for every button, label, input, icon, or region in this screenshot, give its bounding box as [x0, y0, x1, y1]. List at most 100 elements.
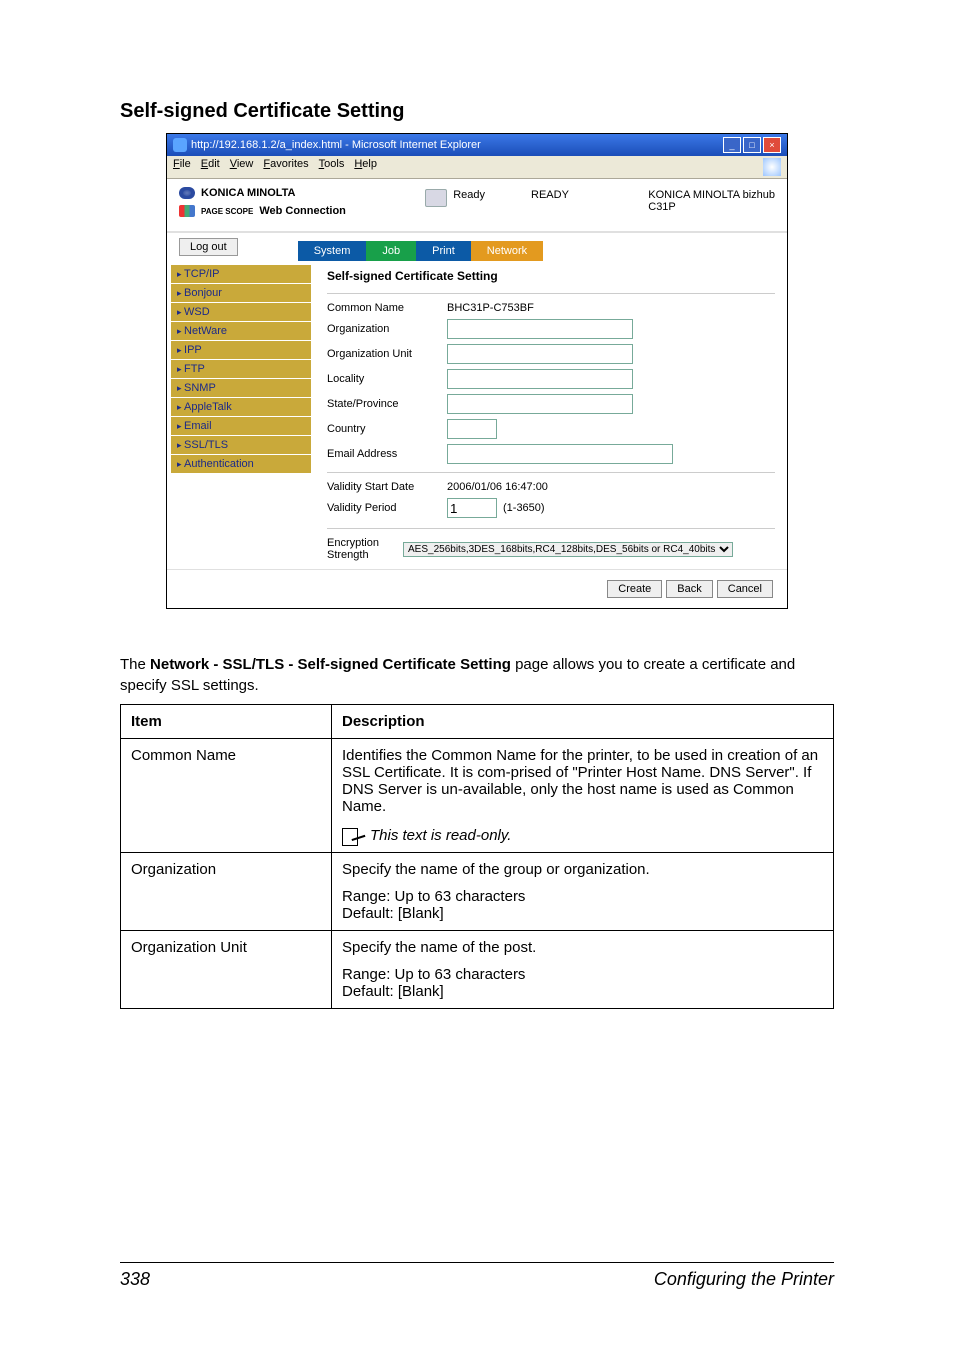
encryption-select[interactable]: AES_256bits,3DES_168bits,RC4_128bits,DES… [403, 542, 733, 557]
label-state: State/Province [327, 398, 447, 410]
ie-throbber-icon [763, 158, 781, 176]
default-text: Default: [Blank] [342, 905, 823, 922]
tab-print[interactable]: Print [416, 241, 471, 261]
minimize-icon[interactable]: _ [723, 137, 741, 153]
create-button[interactable]: Create [607, 580, 662, 598]
status-ready-big: READY [531, 189, 569, 201]
table-row: Organization Specify the name of the gro… [121, 853, 834, 931]
action-buttons: Create Back Cancel [167, 569, 787, 608]
label-vperiod: Validity Period [327, 502, 447, 514]
tab-system[interactable]: System [298, 241, 367, 261]
printer-icon [425, 189, 447, 207]
settings-pane: Self-signed Certificate Setting Common N… [315, 261, 787, 569]
cell-item: Organization [121, 853, 332, 931]
menu-help[interactable]: Help [354, 158, 377, 176]
org-unit-input[interactable] [447, 344, 633, 364]
label-encryption: Encryption Strength [327, 537, 397, 561]
sidebar-item-tcpip[interactable]: TCP/IP [171, 265, 311, 283]
back-button[interactable]: Back [666, 580, 712, 598]
status-area: Ready READY [425, 187, 569, 217]
desc-text: Specify the name of the group or organiz… [342, 861, 823, 878]
window-buttons: _ □ × [723, 137, 781, 153]
logout-button[interactable]: Log out [179, 238, 238, 256]
email-input[interactable] [447, 444, 673, 464]
pagescope-logo-icon [179, 205, 195, 217]
label-common-name: Common Name [327, 302, 447, 314]
page-header: KONICA MINOLTA PAGE SCOPE Web Connection… [167, 179, 787, 233]
country-input[interactable] [447, 419, 497, 439]
maximize-icon[interactable]: □ [743, 137, 761, 153]
table-row: Common Name Identifies the Common Name f… [121, 739, 834, 853]
browser-menu-bar: File Edit View Favorites Tools Help [167, 156, 787, 179]
pagescope-prefix: PAGE SCOPE [201, 207, 253, 216]
sidebar-item-appletalk[interactable]: AppleTalk [171, 398, 311, 416]
model-area: KONICA MINOLTA bizhub C31P [648, 187, 775, 217]
value-vstart: 2006/01/06 16:47:00 [447, 481, 548, 493]
menu-view[interactable]: View [230, 158, 254, 176]
tab-bar: System Job Print Network [298, 241, 543, 261]
ie-icon [173, 138, 187, 152]
close-icon[interactable]: × [763, 137, 781, 153]
cell-desc: Specify the name of the post. Range: Up … [332, 931, 834, 1009]
label-organization: Organization [327, 323, 447, 335]
range-text: Range: Up to 63 characters [342, 888, 823, 905]
menu-edit[interactable]: Edit [201, 158, 220, 176]
sidebar-item-snmp[interactable]: SNMP [171, 379, 311, 397]
label-org-unit: Organization Unit [327, 348, 447, 360]
model-line2: C31P [648, 201, 775, 213]
label-locality: Locality [327, 373, 447, 385]
value-common-name: BHC31P-C753BF [447, 302, 534, 314]
brand-text: KONICA MINOLTA [201, 187, 296, 199]
sidebar: TCP/IP Bonjour WSD NetWare IPP FTP SNMP … [171, 265, 311, 565]
cell-item: Common Name [121, 739, 332, 853]
sidebar-item-email[interactable]: Email [171, 417, 311, 435]
sidebar-item-auth[interactable]: Authentication [171, 455, 311, 473]
label-email: Email Address [327, 448, 447, 460]
desc-text: Identifies the Common Name for the print… [342, 747, 818, 815]
menu-file[interactable]: File [173, 158, 191, 176]
organization-input[interactable] [447, 319, 633, 339]
caption-paragraph: The Network - SSL/TLS - Self-signed Cert… [120, 654, 834, 696]
menu-tools[interactable]: Tools [319, 158, 345, 176]
caption-b: Network - SSL/TLS - Self-signed Certific… [150, 656, 511, 673]
note-text: This text is read-only. [370, 827, 511, 844]
tab-job[interactable]: Job [366, 241, 416, 261]
th-desc: Description [332, 705, 834, 739]
tab-network[interactable]: Network [471, 241, 543, 261]
cell-desc: Identifies the Common Name for the print… [332, 739, 834, 853]
sidebar-item-netware[interactable]: NetWare [171, 322, 311, 340]
description-table: Item Description Common Name Identifies … [120, 704, 834, 1009]
note-icon [342, 828, 366, 844]
vperiod-input[interactable] [447, 498, 497, 518]
desc-text: Specify the name of the post. [342, 939, 823, 956]
menu-fav[interactable]: Favorites [263, 158, 308, 176]
pane-title: Self-signed Certificate Setting [327, 269, 775, 283]
label-vstart: Validity Start Date [327, 481, 447, 493]
vperiod-range: (1-3650) [503, 502, 545, 514]
table-row: Organization Unit Specify the name of th… [121, 931, 834, 1009]
default-text: Default: [Blank] [342, 983, 823, 1000]
sidebar-item-ftp[interactable]: FTP [171, 360, 311, 378]
label-country: Country [327, 423, 447, 435]
range-text: Range: Up to 63 characters [342, 966, 823, 983]
locality-input[interactable] [447, 369, 633, 389]
cell-desc: Specify the name of the group or organiz… [332, 853, 834, 931]
pagescope-text: Web Connection [259, 205, 346, 217]
sidebar-item-bonjour[interactable]: Bonjour [171, 284, 311, 302]
section-heading: Self-signed Certificate Setting [120, 100, 834, 123]
th-item: Item [121, 705, 332, 739]
state-input[interactable] [447, 394, 633, 414]
window-title: http://192.168.1.2/a_index.html - Micros… [191, 139, 481, 151]
window-titlebar: http://192.168.1.2/a_index.html - Micros… [167, 134, 787, 156]
page-footer: 338 Configuring the Printer [120, 1262, 834, 1290]
cancel-button[interactable]: Cancel [717, 580, 773, 598]
browser-window: http://192.168.1.2/a_index.html - Micros… [166, 133, 788, 609]
caption-a: The [120, 656, 150, 673]
sidebar-item-wsd[interactable]: WSD [171, 303, 311, 321]
page-number: 338 [120, 1269, 150, 1290]
sidebar-item-ipp[interactable]: IPP [171, 341, 311, 359]
sidebar-item-ssltls[interactable]: SSL/TLS [171, 436, 311, 454]
page-body: TCP/IP Bonjour WSD NetWare IPP FTP SNMP … [167, 261, 787, 569]
status-ready-small: Ready [453, 189, 485, 201]
brand-line: KONICA MINOLTA [179, 187, 346, 199]
